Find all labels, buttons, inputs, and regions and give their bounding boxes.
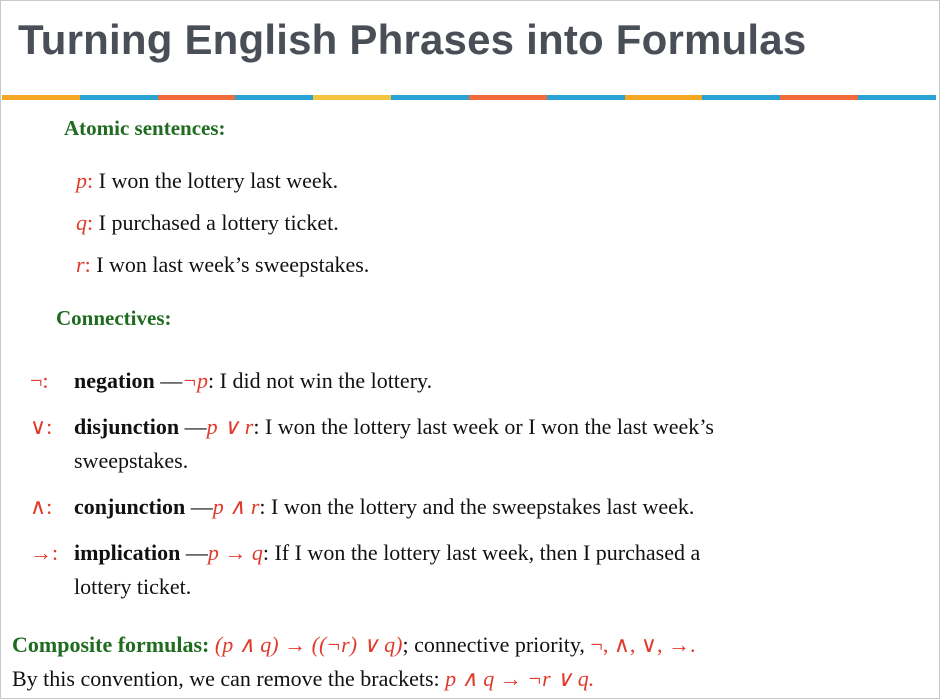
conjunction-symbol: ∧: — [30, 494, 53, 519]
atomic-colon: : — [87, 168, 94, 193]
composite-label: Composite formulas: — [12, 632, 210, 657]
connective-formula: p → q — [207, 540, 263, 565]
stripe-segment — [780, 95, 859, 100]
stripe-segment — [313, 95, 392, 100]
atomic-text: I won the lottery last week. — [98, 168, 339, 193]
connective-name: negation — [74, 368, 155, 393]
negation-symbol: ¬: — [30, 368, 49, 393]
connective-disjunction: ∨: disjunction —p ∨ r: I won the lottery … — [30, 410, 920, 478]
composite-line2-formula: p ∧ q → ¬r ∨ q. — [445, 666, 595, 691]
stripe-segment — [2, 95, 80, 100]
stripe-segment — [546, 95, 625, 100]
connective-formula: p ∧ r — [212, 494, 260, 519]
atomic-colon: : — [87, 210, 94, 235]
connective-name: conjunction — [74, 494, 186, 519]
connective-name: implication — [74, 540, 181, 565]
atomic-var: r — [76, 252, 85, 277]
stripe-segment — [624, 95, 703, 100]
atomic-item-q: q: I purchased a lottery ticket. — [76, 210, 339, 236]
atomic-text: I purchased a lottery ticket. — [98, 210, 339, 235]
stripe-segment — [858, 95, 936, 100]
connective-description-cont: lottery ticket. — [74, 574, 192, 599]
composite-line-1: Composite formulas: (p ∧ q) → ((¬r) ∨ q)… — [12, 632, 696, 658]
composite-line-2: By this convention, we can remove the br… — [12, 666, 594, 692]
connective-dash: — — [154, 368, 183, 393]
stripe-segment — [702, 95, 781, 100]
atomic-var: q — [76, 210, 87, 235]
connective-description-cont: sweepstakes. — [74, 448, 189, 473]
connective-formula: p ∨ r — [206, 414, 254, 439]
connective-negation: ¬: negation —¬p: I did not win the lotter… — [30, 364, 920, 398]
composite-line2-text: By this convention, we can remove the br… — [12, 666, 446, 691]
stripe-segment — [468, 95, 547, 100]
title-divider-stripe — [2, 95, 936, 100]
atomic-item-r: r: I won last week’s sweepstakes. — [76, 252, 369, 278]
priority-list: ¬, ∧, ∨, →. — [590, 632, 696, 657]
connective-dash: — — [180, 540, 208, 565]
slide-title: Turning English Phrases into Formulas — [18, 16, 807, 63]
atomic-var: p — [76, 168, 87, 193]
connective-conjunction: ∧: conjunction —p ∧ r: I won the lottery … — [30, 490, 920, 524]
connective-formula: ¬p — [182, 368, 209, 393]
atomic-text: I won last week’s sweepstakes. — [96, 252, 370, 277]
implication-symbol: →: — [30, 540, 59, 565]
connective-description: : If I won the lottery last week, then I… — [262, 540, 701, 565]
connective-implication: →: implication —p → q: If I won the lotte… — [30, 536, 920, 604]
stripe-segment — [235, 95, 314, 100]
atomic-item-p: p: I won the lottery last week. — [76, 168, 338, 194]
connective-dash: — — [185, 494, 213, 519]
stripe-segment — [79, 95, 158, 100]
connective-name: disjunction — [74, 414, 180, 439]
connectives-heading: Connectives: — [56, 306, 172, 330]
connective-description: : I won the lottery last week or I won t… — [253, 414, 714, 439]
composite-formula: (p ∧ q) → ((¬r) ∨ q) — [214, 632, 403, 657]
connective-description: : I won the lottery and the sweepstakes … — [259, 494, 695, 519]
connective-dash: — — [179, 414, 207, 439]
atomic-colon: : — [84, 252, 91, 277]
connective-description: : I did not win the lottery. — [208, 368, 433, 393]
stripe-segment — [157, 95, 236, 100]
composite-text: ; connective priority, — [402, 632, 591, 657]
atomic-heading: Atomic sentences: — [64, 116, 226, 140]
disjunction-symbol: ∨: — [30, 414, 53, 439]
stripe-segment — [391, 95, 469, 100]
